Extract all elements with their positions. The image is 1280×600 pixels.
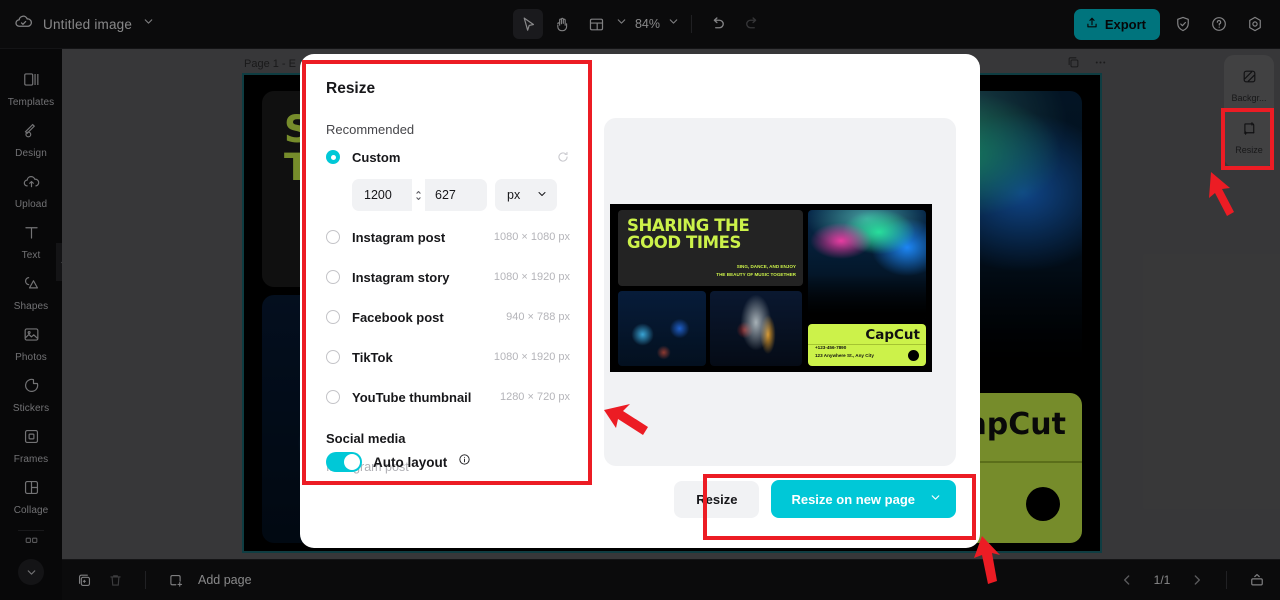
reset-circular-arrow-icon[interactable]	[556, 150, 570, 164]
radio-instagram-story[interactable]	[326, 270, 340, 284]
radio-youtube-thumbnail[interactable]	[326, 390, 340, 404]
preview-dj-photo	[618, 291, 706, 366]
option-custom[interactable]: Custom	[326, 137, 570, 177]
preview-image: SHARING THE GOOD TIMES SING, DANCE, AND …	[610, 204, 932, 372]
resize-preview-panel: SHARING THE GOOD TIMES SING, DANCE, AND …	[592, 54, 980, 548]
preview-card-dot	[908, 350, 919, 361]
radio-custom[interactable]	[326, 150, 340, 164]
info-circle-icon[interactable]	[458, 453, 471, 471]
resize-on-new-page-button[interactable]: Resize on new page	[771, 480, 956, 518]
dialog-title: Resize	[326, 80, 376, 97]
option-facebook-post[interactable]: Facebook post 940 × 788 px	[326, 297, 570, 337]
option-dimension: 940 × 788 px	[506, 311, 570, 323]
custom-size-row: 1200 627 px	[352, 179, 570, 211]
preview-address: 123 Anywhere St., Any City	[815, 353, 874, 359]
preview-subline-1: SING, DANCE, AND ENJOY	[736, 264, 796, 270]
option-label: Instagram story	[352, 269, 450, 285]
recommended-section-header: Recommended	[326, 122, 415, 137]
resize-dialog: Resize Recommended Custom 1200 627 px In…	[300, 54, 980, 548]
preview-phone: +123-456-7890	[815, 344, 847, 350]
preview-hero-block: SHARING THE GOOD TIMES SING, DANCE, AND …	[618, 210, 803, 286]
option-youtube-thumbnail[interactable]: YouTube thumbnail 1280 × 720 px	[326, 377, 570, 417]
app-root: Untitled image 84% Export Templates Desi…	[0, 0, 1280, 600]
option-dimension: 1080 × 1080 px	[493, 231, 570, 243]
preview-guitar-photo	[710, 291, 802, 366]
resize-options-panel: Resize Recommended Custom 1200 627 px In…	[300, 54, 592, 548]
preview-contact-info: +123-456-7890 123 Anywhere St., Any City	[815, 344, 874, 361]
option-dimension: 1080 × 1920 px	[493, 271, 570, 283]
preview-brand-card: CapCut +123-456-7890 123 Anywhere St., A…	[808, 324, 926, 366]
chevron-down-icon[interactable]	[929, 491, 942, 507]
preview-headline: SHARING THE GOOD TIMES	[627, 216, 750, 252]
radio-tiktok[interactable]	[326, 350, 340, 364]
option-label: TikTok	[352, 349, 393, 365]
option-label: YouTube thumbnail	[352, 389, 472, 405]
resize-on-new-page-label: Resize on new page	[791, 491, 915, 507]
height-input[interactable]: 627	[425, 179, 487, 211]
width-input[interactable]: 1200	[352, 179, 412, 211]
unit-value: px	[507, 188, 521, 202]
preview-brand-name: CapCut	[865, 327, 920, 343]
option-instagram-post[interactable]: Instagram post 1080 × 1080 px	[326, 217, 570, 257]
option-dimension: 1080 × 1920 px	[493, 351, 570, 363]
option-label: Instagram post	[352, 229, 446, 245]
preview-subline-2: THE BEAUTY OF MUSIC TOGETHER	[716, 272, 796, 278]
preview-sublines: SING, DANCE, AND ENJOY THE BEAUTY OF MUS…	[716, 263, 796, 279]
link-lock-icon[interactable]	[412, 184, 425, 206]
chevron-down-icon	[536, 188, 548, 203]
option-dimension: 1280 × 720 px	[499, 391, 570, 403]
auto-layout-row: Auto layout	[326, 452, 471, 472]
preview-concert-photo	[808, 210, 926, 320]
option-label: Custom	[352, 149, 401, 165]
option-label: Facebook post	[352, 309, 444, 325]
radio-instagram-post[interactable]	[326, 230, 340, 244]
auto-layout-toggle[interactable]	[326, 452, 362, 472]
social-media-section-header: Social media	[326, 431, 406, 446]
auto-layout-label: Auto layout	[373, 454, 448, 470]
unit-select[interactable]: px	[495, 179, 557, 211]
radio-facebook-post[interactable]	[326, 310, 340, 324]
option-instagram-story[interactable]: Instagram story 1080 × 1920 px	[326, 257, 570, 297]
resize-confirm-button[interactable]: Resize	[674, 480, 760, 518]
option-tiktok[interactable]: TikTok 1080 × 1920 px	[326, 337, 570, 377]
dialog-actions: Resize Resize on new page	[674, 480, 956, 518]
preview-stage: SHARING THE GOOD TIMES SING, DANCE, AND …	[604, 118, 956, 466]
